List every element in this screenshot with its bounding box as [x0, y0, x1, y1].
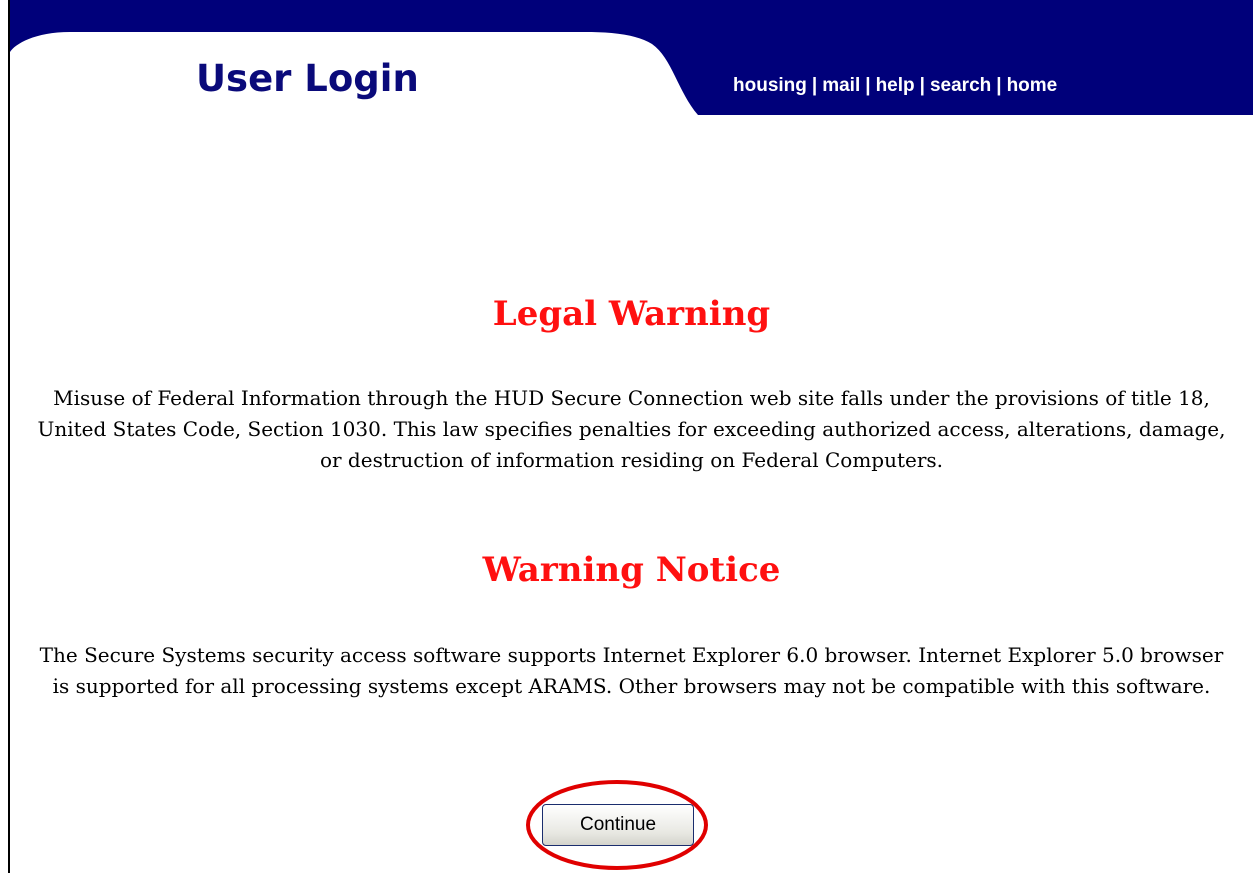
nav-link-housing[interactable]: housing [733, 75, 807, 96]
nav-link-home[interactable]: home [1007, 75, 1058, 96]
top-nav: housing | mail | help | search | home [733, 76, 1057, 95]
page-left-border [8, 0, 10, 873]
nav-link-search[interactable]: search [930, 75, 991, 96]
continue-button[interactable]: Continue [542, 804, 694, 846]
legal-warning-heading: Legal Warning [492, 294, 771, 334]
header-banner: User Login housing | mail | help | search | home [10, 0, 1253, 120]
page-title: User Login [196, 57, 419, 100]
nav-separator: | [996, 75, 1002, 96]
nav-link-mail[interactable]: mail [822, 75, 860, 96]
nav-link-help[interactable]: help [876, 75, 915, 96]
legal-warning-text: Misuse of Federal Information through th… [37, 386, 1226, 472]
nav-separator: | [919, 75, 925, 96]
continue-area: Continue [525, 778, 710, 876]
warning-notice-heading: Warning Notice [482, 550, 781, 590]
nav-separator: | [811, 75, 818, 96]
warning-notice-text: The Secure Systems security access softw… [39, 643, 1224, 698]
nav-separator: | [865, 75, 871, 96]
